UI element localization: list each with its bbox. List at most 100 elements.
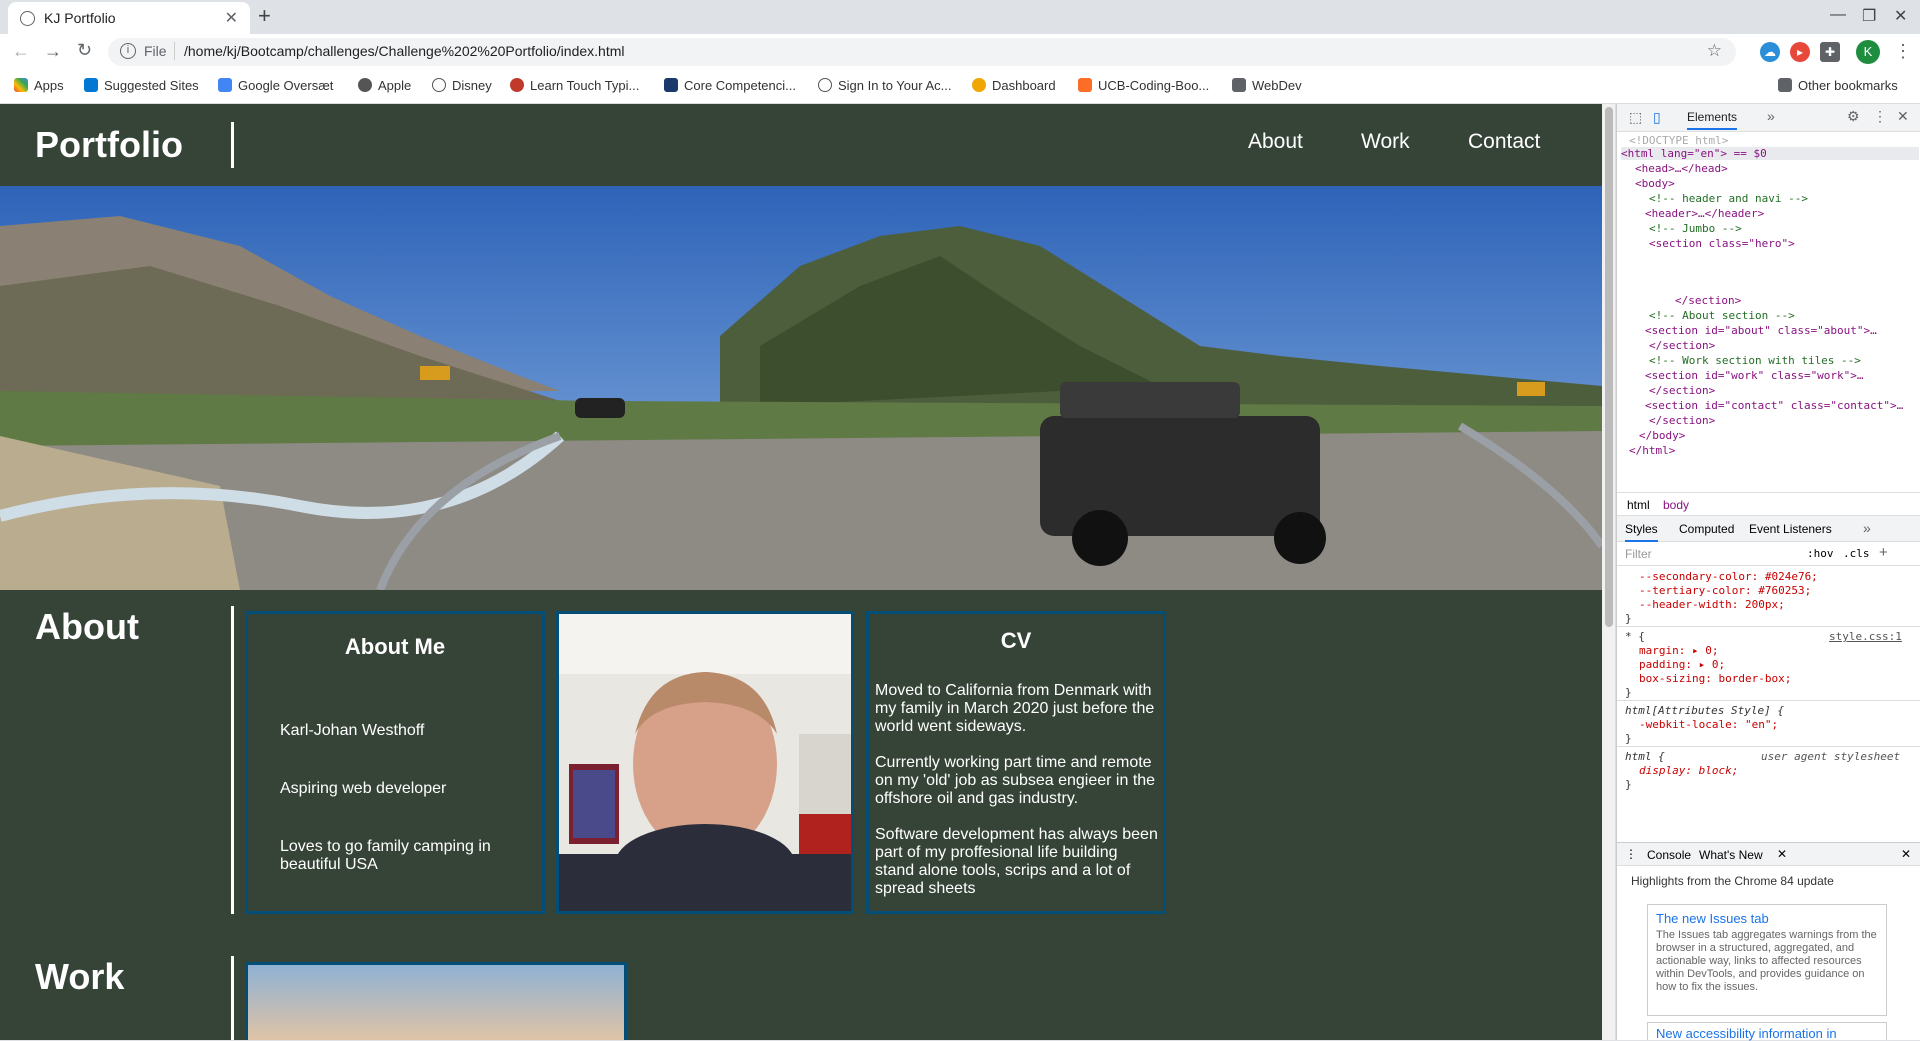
forward-icon[interactable]: → xyxy=(44,41,62,62)
inspect-icon[interactable]: ⬚ xyxy=(1629,109,1642,126)
bookmark-apple[interactable]: Apple xyxy=(358,78,411,93)
address-bar[interactable]: i File /home/kj/Bootcamp/challenges/Chal… xyxy=(108,38,1736,66)
dom-comment[interactable]: <!-- Jumbo --> xyxy=(1649,222,1742,235)
more-tabs-icon[interactable]: » xyxy=(1863,520,1871,536)
whats-new-card[interactable]: The new Issues tab The Issues tab aggreg… xyxy=(1647,904,1887,1016)
dom-html-close[interactable]: </html> xyxy=(1629,444,1675,457)
dom-section-work[interactable]: <section id="work" class="work">… xyxy=(1645,369,1864,382)
bookmark-google-translate[interactable]: Google Oversæt xyxy=(218,78,333,93)
cast-extension-icon[interactable]: ▸ xyxy=(1790,42,1810,62)
css-selector[interactable]: html { xyxy=(1625,750,1665,763)
bookmark-touch-typing[interactable]: Learn Touch Typi... xyxy=(510,78,639,93)
styles-filter-input[interactable]: Filter xyxy=(1625,547,1652,561)
dom-section-close[interactable]: </section> xyxy=(1649,414,1715,427)
css-selector[interactable]: * { xyxy=(1625,630,1645,643)
bookmark-apps[interactable]: Apps xyxy=(14,78,64,93)
css-decl-text: -webkit-locale: "en"; xyxy=(1639,718,1779,731)
hov-toggle[interactable]: :hov xyxy=(1807,547,1834,560)
close-tab-icon[interactable]: ✕ xyxy=(1777,847,1787,861)
whats-new-card-title[interactable]: The new Issues tab xyxy=(1656,911,1769,926)
css-decl[interactable]: box-sizing: border-box; xyxy=(1639,672,1791,685)
bookmark-other[interactable]: Other bookmarks xyxy=(1778,78,1898,93)
bookmark-core-competencies[interactable]: Core Competenci... xyxy=(664,78,796,93)
tab-event-listeners[interactable]: Event Listeners xyxy=(1749,522,1832,536)
close-devtools-icon[interactable]: ✕ xyxy=(1897,108,1909,125)
bookmark-disney[interactable]: Disney xyxy=(432,78,492,93)
bookmark-gitlab[interactable]: UCB-Coding-Boo... xyxy=(1078,78,1209,93)
dom-section-about[interactable]: <section id="about" class="about">… xyxy=(1645,324,1877,337)
css-selector[interactable]: html[Attributes Style] { xyxy=(1625,704,1784,717)
drawer-menu-icon[interactable]: ⋮ xyxy=(1625,847,1637,861)
bookmark-webdev[interactable]: WebDev xyxy=(1232,78,1302,93)
devtools-menu-icon[interactable]: ⋮ xyxy=(1873,108,1887,125)
reload-icon[interactable]: ↻ xyxy=(77,40,92,61)
dom-html[interactable]: <html lang="en"> == $0 xyxy=(1621,147,1919,160)
folder-icon xyxy=(1232,78,1246,92)
bookmark-suggested-sites[interactable]: Suggested Sites xyxy=(84,78,199,93)
css-decl[interactable]: -webkit-locale: "en"; xyxy=(1639,718,1778,731)
restore-icon[interactable]: ❐ xyxy=(1862,6,1876,26)
dom-doctype[interactable]: <!DOCTYPE html> xyxy=(1629,134,1728,147)
tab-elements[interactable]: Elements xyxy=(1687,110,1738,130)
whats-new-card-next[interactable]: New accessibility information in xyxy=(1647,1022,1887,1041)
browser-tab[interactable]: KJ Portfolio ✕ xyxy=(8,2,250,34)
dom-comment[interactable]: <!-- Work section with tiles --> xyxy=(1649,354,1861,367)
close-tab-icon[interactable]: ✕ xyxy=(225,8,238,28)
tab-whats-new[interactable]: What's New xyxy=(1699,848,1763,862)
dom-comment[interactable]: <!-- About section --> xyxy=(1649,309,1795,322)
menu-kebab-icon[interactable]: ⋮ xyxy=(1894,41,1912,62)
site-header: Portfolio About Work Contact xyxy=(0,104,1602,186)
translate-icon xyxy=(218,78,232,92)
page-scroll-thumb[interactable] xyxy=(1605,107,1613,627)
tab-computed[interactable]: Computed xyxy=(1679,522,1734,536)
rule-divider xyxy=(1617,700,1920,701)
profile-avatar[interactable]: K xyxy=(1856,40,1880,64)
dom-body[interactable]: <body> xyxy=(1635,177,1675,190)
bookmark-label: Google Oversæt xyxy=(238,78,334,93)
breadcrumb-body[interactable]: body xyxy=(1663,498,1689,512)
bookmark-sign-in[interactable]: Sign In to Your Ac... xyxy=(818,78,951,93)
css-decl[interactable]: margin: ▸ 0; xyxy=(1639,644,1718,657)
dom-head[interactable]: <head>…</head> xyxy=(1635,162,1728,175)
dom-header[interactable]: <header>…</header> xyxy=(1645,207,1764,220)
css-decl[interactable]: padding: ▸ 0; xyxy=(1639,658,1725,671)
dom-section-close[interactable]: </section> xyxy=(1675,294,1741,307)
tab-styles[interactable]: Styles xyxy=(1625,522,1658,542)
nav-contact[interactable]: Contact xyxy=(1468,130,1540,154)
bookmark-star-icon[interactable]: ☆ xyxy=(1707,41,1722,61)
info-icon[interactable]: i xyxy=(120,43,136,59)
dom-section-hero[interactable]: <section class="hero"> xyxy=(1649,237,1795,250)
device-toolbar-icon[interactable]: ▯ xyxy=(1653,109,1661,126)
settings-gear-icon[interactable]: ⚙ xyxy=(1847,108,1860,125)
tab-strip xyxy=(0,0,1920,34)
dom-section-close[interactable]: </section> xyxy=(1649,384,1715,397)
close-drawer-icon[interactable]: ✕ xyxy=(1901,847,1911,861)
about-title: About xyxy=(35,606,139,647)
extensions-puzzle-icon[interactable]: ✚ xyxy=(1820,42,1840,62)
bookmark-dashboard[interactable]: Dashboard xyxy=(972,78,1056,93)
dom-comment[interactable]: <!-- header and navi --> xyxy=(1649,192,1808,205)
new-tab-button[interactable]: + xyxy=(258,3,271,29)
about-hobby: Loves to go family camping in beautiful … xyxy=(280,838,491,873)
url-text[interactable]: /home/kj/Bootcamp/challenges/Challenge%2… xyxy=(184,43,624,59)
back-icon[interactable]: ← xyxy=(12,41,30,62)
dom-body-close[interactable]: </body> xyxy=(1639,429,1685,442)
rule-divider xyxy=(1617,626,1920,627)
tab-console[interactable]: Console xyxy=(1647,848,1691,862)
nav-about[interactable]: About xyxy=(1248,130,1303,154)
close-window-icon[interactable]: ✕ xyxy=(1894,6,1907,26)
dom-section-contact[interactable]: <section id="contact" class="contact">… xyxy=(1645,399,1903,412)
breadcrumb-html[interactable]: html xyxy=(1627,498,1650,512)
nav-work[interactable]: Work xyxy=(1361,130,1410,154)
work-tile[interactable] xyxy=(245,962,627,1040)
minimize-icon[interactable]: — xyxy=(1830,6,1846,24)
page-scrollbar[interactable] xyxy=(1602,104,1616,1040)
cloud-extension-icon[interactable]: ☁ xyxy=(1760,42,1780,62)
more-tabs-icon[interactable]: » xyxy=(1767,108,1775,124)
site-logo[interactable]: Portfolio xyxy=(35,124,183,166)
cls-toggle[interactable]: .cls xyxy=(1843,547,1870,560)
whats-new-next-title[interactable]: New accessibility information in xyxy=(1656,1026,1837,1041)
dom-section-close[interactable]: </section> xyxy=(1649,339,1715,352)
new-rule-icon[interactable]: + xyxy=(1879,544,1888,561)
css-source-link[interactable]: style.css:1 xyxy=(1829,630,1902,643)
